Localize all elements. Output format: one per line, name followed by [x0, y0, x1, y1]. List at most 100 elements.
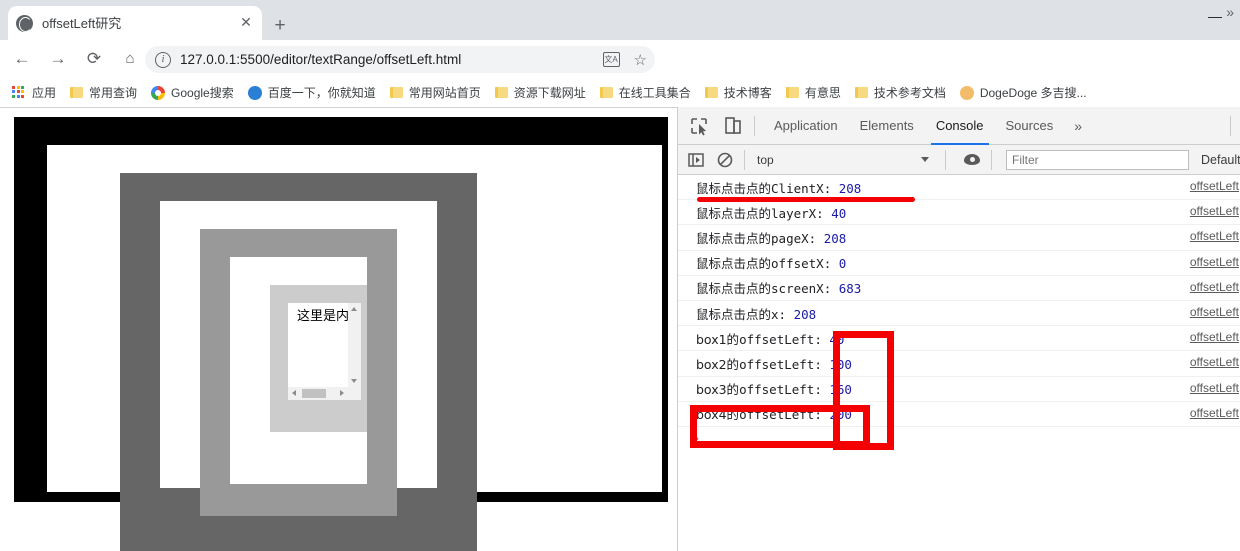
- bookmark-label: 有意思: [804, 86, 841, 100]
- bookmark-item[interactable]: 技术参考文档: [854, 84, 946, 101]
- log-label-cn: 鼠标点击点的: [696, 256, 772, 272]
- log-label-en: offsetLeft:: [739, 407, 830, 423]
- scrollable-content-box[interactable]: 这里是内容: [288, 303, 361, 400]
- console-source-link[interactable]: offsetLeft: [1190, 255, 1239, 269]
- console-log-row[interactable]: box1的offsetLeft: 40 offsetLeft: [678, 326, 1240, 352]
- console-log-message: box3的offsetLeft: 160: [696, 379, 852, 398]
- bookmark-item[interactable]: 常用查询: [70, 84, 137, 101]
- console-log-row[interactable]: 鼠标点击点的layerX: 40 offsetLeft: [678, 200, 1240, 226]
- forward-icon[interactable]: →: [44, 45, 72, 73]
- log-label-en: screenX:: [771, 281, 839, 297]
- filter-input[interactable]: [1006, 149, 1189, 170]
- devtools-tab-console[interactable]: Console: [925, 107, 995, 145]
- scroll-down-arrow-icon[interactable]: [351, 379, 357, 383]
- box3-darkgray[interactable]: 这里是内容: [120, 173, 477, 551]
- console-log-row[interactable]: 鼠标点击点的offsetX: 0 offsetLeft: [678, 251, 1240, 276]
- bookmark-item[interactable]: 资源下载网址: [494, 84, 586, 101]
- console-log[interactable]: 鼠标点击点的ClientX: 208 offsetLeft 鼠标点击点的layerX…: [678, 175, 1240, 551]
- console-log-row[interactable]: box3的offsetLeft: 160 offsetLeft: [678, 377, 1240, 402]
- horizontal-scrollbar[interactable]: [288, 387, 348, 400]
- bookmark-label: 技术博客: [723, 86, 772, 100]
- console-source-link[interactable]: offsetLeft: [1190, 280, 1239, 294]
- horizontal-scroll-thumb[interactable]: [302, 389, 326, 398]
- devtools-tab-application[interactable]: Application: [763, 107, 849, 145]
- new-tab-button[interactable]: +: [266, 12, 294, 40]
- scroll-right-arrow-icon[interactable]: [340, 390, 344, 396]
- close-icon[interactable]: ✕: [238, 15, 254, 31]
- toolbar-divider-2: [744, 149, 745, 170]
- log-value: 40: [829, 331, 845, 347]
- log-value: 200: [829, 407, 852, 423]
- log-label-en: offsetLeft:: [739, 331, 830, 347]
- log-value: 0: [838, 256, 847, 272]
- log-label-cn: 鼠标点击点的: [696, 205, 772, 221]
- console-log-row[interactable]: 鼠标点击点的ClientX: 208 offsetLeft: [678, 175, 1240, 201]
- box7-lightgray[interactable]: 这里是内容: [270, 285, 367, 432]
- eye-icon: [964, 154, 980, 165]
- console-source-link[interactable]: offsetLeft: [1190, 179, 1239, 193]
- console-sidebar-icon[interactable]: [685, 149, 707, 171]
- console-source-link[interactable]: offsetLeft: [1190, 406, 1239, 420]
- console-log-message: box2的offsetLeft: 100: [696, 354, 852, 373]
- console-source-link[interactable]: offsetLeft: [1190, 204, 1239, 218]
- bookmark-item[interactable]: 有意思: [785, 84, 841, 101]
- box6-white[interactable]: 这里是内容: [230, 257, 367, 484]
- baidu-icon: [247, 85, 262, 100]
- log-value: 208: [823, 230, 847, 246]
- address-bar[interactable]: i 127.0.0.1:5500/editor/textRange/offset…: [145, 46, 655, 73]
- box5-midgray[interactable]: 这里是内容: [200, 229, 397, 516]
- console-log-row[interactable]: box2的offsetLeft: 100 offsetLeft: [678, 351, 1240, 377]
- console-prompt[interactable]: >: [678, 427, 1240, 452]
- scroll-up-arrow-icon[interactable]: [351, 307, 357, 311]
- clear-console-icon[interactable]: [714, 149, 736, 171]
- console-log-row[interactable]: box4的offsetLeft: 200 offsetLeft: [678, 402, 1240, 427]
- console-log-row[interactable]: 鼠标点击点的pageX: 208 offsetLeft: [678, 225, 1240, 251]
- box1-black[interactable]: 这里是内容: [14, 117, 668, 551]
- bookmark-star-icon[interactable]: ☆: [634, 51, 647, 69]
- scroll-left-arrow-icon[interactable]: [292, 390, 296, 396]
- reload-icon[interactable]: ⟳: [80, 45, 108, 73]
- bookmark-label: Google搜索: [171, 86, 234, 100]
- console-source-link[interactable]: offsetLeft: [1190, 355, 1239, 369]
- console-source-link[interactable]: offsetLeft: [1190, 330, 1239, 344]
- execution-context-select[interactable]: top: [757, 153, 937, 167]
- console-log-row[interactable]: 鼠标点击点的screenX: 683 offsetLeft: [678, 276, 1240, 301]
- translate-icon[interactable]: 文A: [602, 52, 620, 67]
- box4-white[interactable]: 这里是内容: [160, 201, 437, 516]
- bookmarks-bar: 应用 常用查询 Google搜索 百度一下，你就知道 常用网站首页 资源下载网址 在线工具集…: [0, 78, 1240, 107]
- bookmark-item[interactable]: 常用网站首页: [389, 84, 481, 101]
- devtools-more-tabs-icon[interactable]: »: [1064, 118, 1092, 134]
- bookmark-item[interactable]: DogeDoge 多吉搜...: [959, 84, 1087, 101]
- console-source-link[interactable]: offsetLeft: [1190, 305, 1239, 319]
- console-log-row[interactable]: 鼠标点击点的x: 208 offsetLeft: [678, 301, 1240, 327]
- box2-white[interactable]: 这里是内容: [47, 145, 662, 551]
- apps-grid-icon: [12, 85, 26, 100]
- log-value: 208: [838, 180, 862, 196]
- console-toolbar: top Default leve: [678, 145, 1240, 175]
- tab-title: offsetLeft研究: [42, 15, 122, 31]
- bookmark-item[interactable]: 应用: [12, 84, 56, 101]
- browser-tab[interactable]: offsetLeft研究 ✕: [8, 6, 262, 40]
- site-info-icon[interactable]: i: [155, 51, 171, 68]
- device-toolbar-icon[interactable]: [720, 113, 746, 139]
- live-expression-icon[interactable]: [961, 149, 983, 171]
- back-icon[interactable]: ←: [8, 45, 36, 73]
- log-level-select[interactable]: Default leve: [1201, 153, 1240, 167]
- console-log-message: 鼠标点击点的ClientX: 208: [696, 178, 861, 197]
- devtools-tab-sources[interactable]: Sources: [995, 107, 1065, 145]
- console-source-link[interactable]: offsetLeft: [1190, 381, 1239, 395]
- vertical-scrollbar[interactable]: [348, 303, 361, 387]
- log-label-cn: 鼠标点击点的: [696, 306, 772, 322]
- home-icon[interactable]: ⌂: [116, 45, 144, 73]
- bookmarks-overflow-icon[interactable]: »: [1226, 4, 1234, 20]
- devtools-tab-elements[interactable]: Elements: [849, 107, 925, 145]
- bookmark-item[interactable]: 技术博客: [704, 84, 772, 101]
- bookmark-item[interactable]: Google搜索: [151, 84, 234, 101]
- bookmark-label: 资源下载网址: [513, 86, 586, 100]
- bookmark-item[interactable]: 在线工具集合: [599, 84, 691, 101]
- bookmark-item[interactable]: 百度一下，你就知道: [247, 84, 376, 101]
- log-label-en: layerX:: [771, 205, 832, 221]
- inspect-element-icon[interactable]: [686, 113, 712, 139]
- console-source-link[interactable]: offsetLeft: [1190, 229, 1239, 243]
- folder-icon: [854, 87, 868, 98]
